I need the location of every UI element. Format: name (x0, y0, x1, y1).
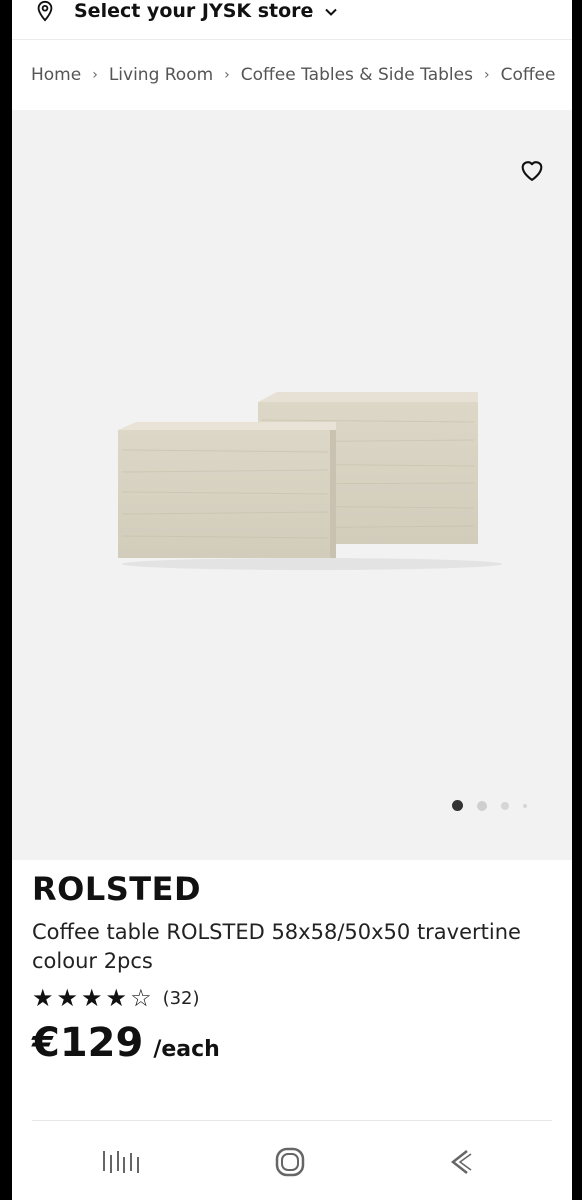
store-selector-label: Select your JYSK store (74, 0, 314, 22)
home-button[interactable] (266, 1142, 314, 1182)
breadcrumb-home[interactable]: Home (31, 65, 81, 85)
breadcrumb-separator: › (92, 67, 98, 83)
product-price: €129 (32, 1020, 144, 1066)
product-info: ROLSTED Coffee table ROLSTED 58x58/50x50… (32, 870, 562, 1066)
star-empty-icon: ☆ (130, 984, 152, 1012)
breadcrumb-living-room[interactable]: Living Room (109, 65, 213, 85)
carousel-dot[interactable] (523, 803, 527, 808)
star-filled-icon: ★ (56, 984, 79, 1012)
divider (32, 1120, 552, 1121)
star-filled-icon: ★ (32, 984, 54, 1012)
breadcrumb-separator: › (224, 67, 230, 83)
review-count[interactable]: (32) (163, 988, 200, 1009)
screen: Select your JYSK store Home › Living Roo… (12, 0, 572, 1200)
price-unit: /each (153, 1037, 220, 1062)
product-image (118, 392, 502, 570)
product-title: ROLSTED (32, 870, 202, 908)
carousel-indicator[interactable] (452, 800, 541, 811)
location-pin-icon (37, 0, 53, 22)
breadcrumb-coffee-side-tables[interactable]: Coffee Tables & Side Tables (241, 65, 473, 85)
breadcrumb-coffee-tables[interactable]: Coffee (501, 65, 556, 85)
star-filled-icon: ★ (81, 984, 103, 1012)
store-selector[interactable]: Select your JYSK store (12, 0, 572, 40)
product-image-gallery[interactable] (12, 110, 572, 860)
star-filled-icon: ★ (105, 984, 128, 1012)
breadcrumb: Home › Living Room › Coffee Tables & Sid… (12, 40, 572, 110)
carousel-dot[interactable] (477, 800, 487, 811)
back-button[interactable] (436, 1142, 484, 1182)
product-rating[interactable]: ★ ★ ★ ★ ☆ (32) (32, 986, 562, 1010)
recents-icon (103, 1151, 139, 1173)
system-navigation-bar (12, 1130, 572, 1194)
carousel-dot-active[interactable] (452, 800, 463, 811)
back-icon (450, 1150, 472, 1174)
carousel-dot[interactable] (501, 801, 509, 810)
price-row: €129 /each (32, 1020, 562, 1066)
recents-button[interactable] (98, 1142, 146, 1182)
home-icon (275, 1147, 305, 1177)
chevron-down-icon (325, 8, 338, 16)
heart-outline-icon[interactable] (518, 156, 546, 184)
product-description: Coffee table ROLSTED 58x58/50x50 travert… (32, 920, 521, 973)
breadcrumb-separator: › (483, 67, 490, 83)
